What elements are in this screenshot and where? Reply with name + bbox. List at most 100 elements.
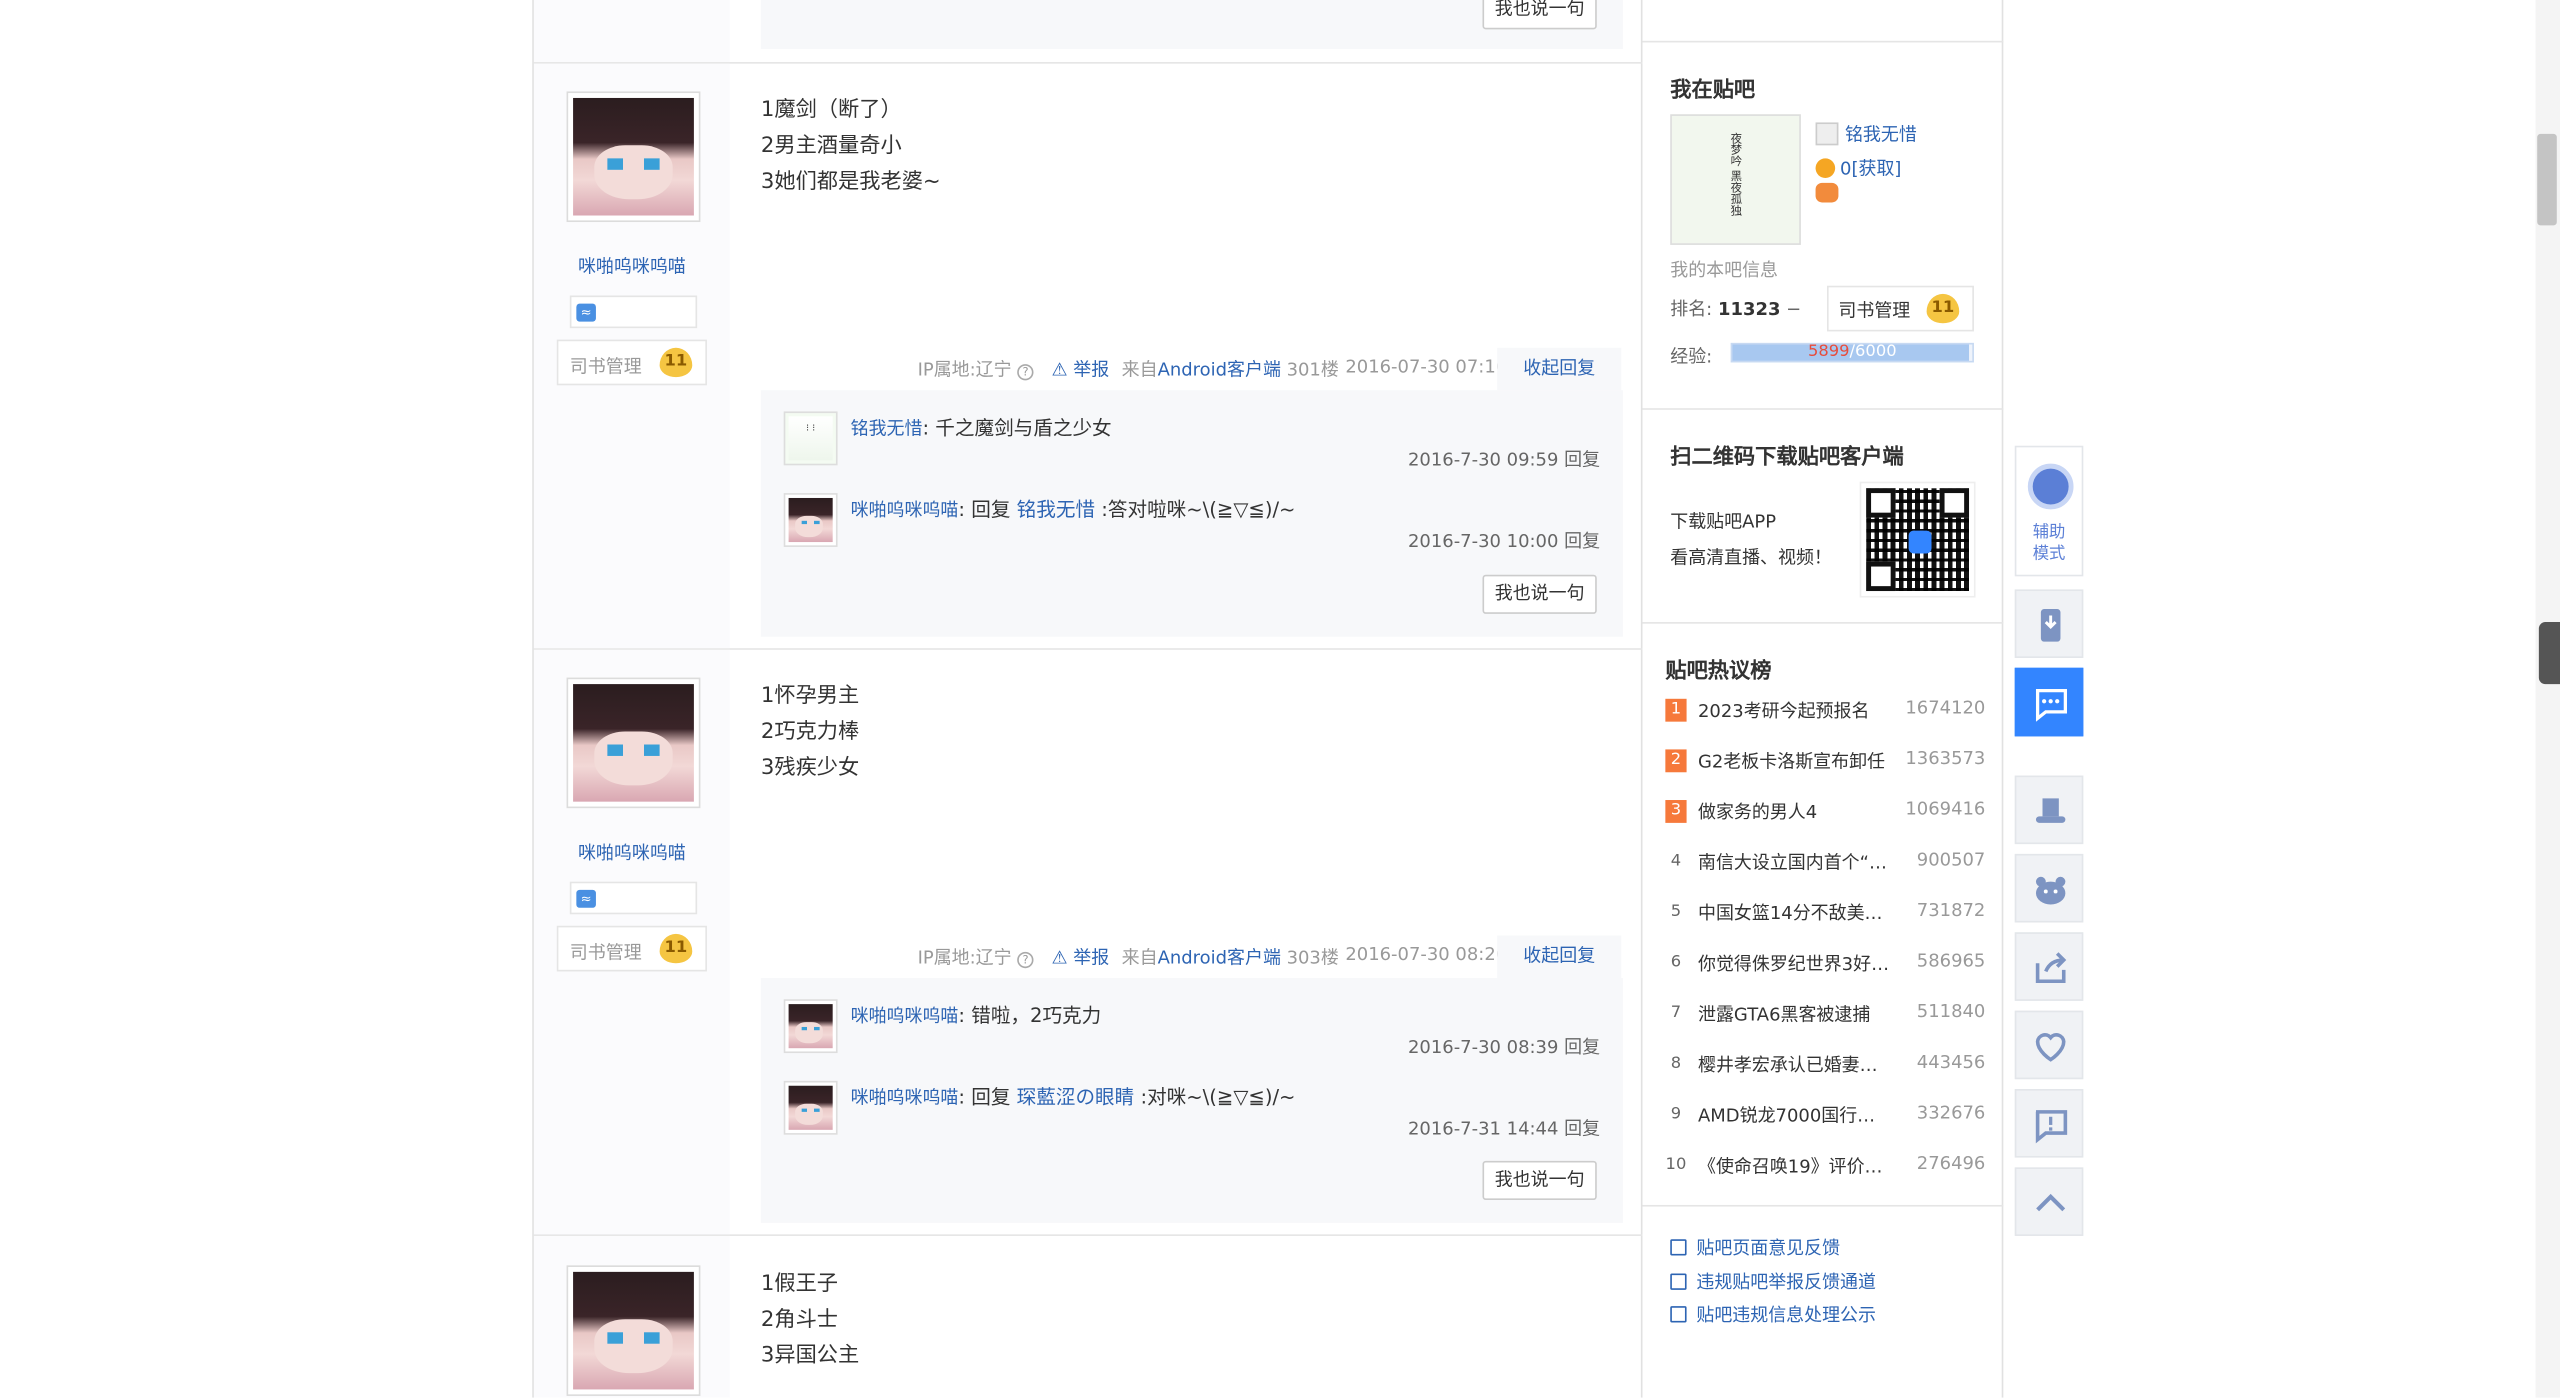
bear-button[interactable] <box>2014 853 2084 923</box>
previous-post-tail: 我也说一句 <box>533 0 1645 64</box>
violation-notice-link[interactable]: 贴吧违规信息处理公示 <box>1670 1301 1876 1327</box>
reply-avatar[interactable] <box>783 999 838 1054</box>
reply-avatar[interactable] <box>783 493 838 547</box>
tbean-icon <box>1815 158 1836 178</box>
hot-count: 731872 <box>1916 899 1986 921</box>
collapse-replies-button[interactable]: 收起回复 <box>1497 935 1622 978</box>
hot-topic-item[interactable]: 6 你觉得侏罗纪世界3好看… 586965 <box>1665 947 1986 980</box>
reply-button[interactable]: 回复 <box>1564 531 1600 552</box>
reply-content: : 错啦，2巧克力 <box>958 1004 1102 1027</box>
favorite-button[interactable] <box>2014 1010 2084 1080</box>
post-time: 2016-07-30 07:16 <box>1345 355 1508 378</box>
rank: 排名: 11323 − <box>1670 296 1801 322</box>
reply-button[interactable]: 回复 <box>1564 1037 1600 1058</box>
my-level-badge[interactable]: 司书管理 11 <box>1826 285 1974 332</box>
ip-text: IP属地:辽宁 <box>917 359 1012 381</box>
reply-to-user[interactable]: 琛藍涩の眼睛 <box>1017 1086 1135 1109</box>
hot-topic-item[interactable]: 3 做家务的男人4 1069416 <box>1665 795 1985 828</box>
reply-to-user[interactable]: 铭我无惜 <box>1017 498 1095 521</box>
hot-topic-item[interactable]: 1 2023考研今起预报名 1674120 <box>1665 694 1985 727</box>
author-name[interactable]: 咪啪呜咪呜喵 <box>534 253 730 279</box>
author-name[interactable]: 咪啪呜咪呜喵 <box>534 839 730 865</box>
share-icon <box>2035 952 2067 984</box>
hot-rank: 7 <box>1670 1004 1682 1023</box>
reply-avatar[interactable] <box>783 1080 838 1135</box>
reply-box: 我也说一句 <box>760 0 1623 49</box>
gift-icon[interactable] <box>1815 182 1839 203</box>
reply-button[interactable]: 回复 <box>1564 1118 1600 1139</box>
hot-title[interactable]: 泄露GTA6黑客被逮捕 <box>1698 1001 1891 1027</box>
say-one-button[interactable]: 我也说一句 <box>1482 1160 1597 1201</box>
post-line: 2角斗士 <box>760 1307 839 1333</box>
feedback-link[interactable]: 贴吧页面意见反馈 <box>1670 1234 1840 1260</box>
reply-user[interactable]: 咪啪呜咪呜喵 <box>851 500 959 521</box>
hot-rank: 1 <box>1665 698 1687 722</box>
avatar[interactable] <box>566 1265 701 1396</box>
exp-current: 5899 <box>1807 342 1850 361</box>
reply-avatar[interactable]: ⁝ ⁝ <box>783 411 838 466</box>
member-badge[interactable]: ≈ <box>569 881 698 915</box>
reply-user[interactable]: 咪啪呜咪呜喵 <box>851 1006 959 1027</box>
source-prefix: 来自 <box>1121 946 1158 969</box>
report-button[interactable] <box>2014 1089 2084 1158</box>
hot-title[interactable]: 中国女篮14分不敌美国… <box>1698 900 1891 926</box>
exp-label: 经验: <box>1670 346 1713 368</box>
help-icon[interactable]: ? <box>1017 951 1034 969</box>
report-link[interactable]: ⚠ 举报 <box>1051 944 1109 970</box>
hot-topic-item[interactable]: 10 《使命召唤19》评价解禁… 276496 <box>1665 1149 1986 1182</box>
hot-topic-item[interactable]: 4 南信大设立国内首个“… 900507 <box>1665 846 1986 879</box>
magic-hat-button[interactable] <box>2014 775 2084 845</box>
report-label: 举报 <box>1073 359 1110 381</box>
level-heart-icon: 11 <box>1926 293 1960 324</box>
hot-topic-item[interactable]: 5 中国女篮14分不敌美国… 731872 <box>1665 896 1986 929</box>
hot-topic-item[interactable]: 7 泄露GTA6黑客被逮捕 511840 <box>1665 998 1986 1031</box>
page: 我也说一句 咪啪呜咪呜喵 ≈ 司书管理 11 1魔剑（断了） 2男主酒量奇小 3… <box>0 0 2560 1398</box>
hot-title[interactable]: 2023考研今起预报名 <box>1698 697 1891 723</box>
hot-topic-item[interactable]: 8 樱井孝宏承认已婚妻子… 443456 <box>1665 1048 1986 1081</box>
get-tbean-link[interactable]: [获取] <box>1851 158 1901 179</box>
warning-icon: ⚠ <box>1051 359 1068 381</box>
post-content: 1怀孕男主 2巧克力棒 3残疾少女 <box>761 679 1610 787</box>
hot-title[interactable]: 做家务的男人4 <box>1698 798 1891 824</box>
hot-title[interactable]: 樱井孝宏承认已婚妻子… <box>1698 1051 1891 1077</box>
report-link[interactable]: ⚠ 举报 <box>1051 356 1109 382</box>
reply-user[interactable]: 咪啪呜咪呜喵 <box>851 1087 959 1108</box>
back-to-top-button[interactable] <box>2014 1167 2084 1236</box>
hot-title[interactable]: 南信大设立国内首个“… <box>1698 849 1891 875</box>
hot-title[interactable]: 《使命召唤19》评价解禁… <box>1698 1153 1891 1179</box>
magic-hat-icon <box>2035 798 2066 823</box>
avatar[interactable] <box>566 677 701 809</box>
message-button[interactable] <box>2014 667 2084 737</box>
hot-title[interactable]: AMD锐龙7000国行价格… <box>1698 1102 1891 1128</box>
scrollbar-thumb[interactable] <box>2537 133 2557 226</box>
collapse-replies-button[interactable]: 收起回复 <box>1497 347 1622 391</box>
report-channel-link[interactable]: 违规贴吧举报反馈通道 <box>1670 1269 1876 1295</box>
say-one-button[interactable]: 我也说一句 <box>1482 0 1597 30</box>
hot-title[interactable]: G2老板卡洛斯宣布卸任 <box>1698 748 1891 774</box>
help-icon[interactable]: ? <box>1017 364 1034 381</box>
share-button[interactable] <box>2014 932 2084 1001</box>
source-link[interactable]: Android客户端 <box>1158 359 1281 380</box>
hot-topic-item[interactable]: 9 AMD锐龙7000国行价格… 332676 <box>1665 1099 1986 1132</box>
reply-button[interactable]: 回复 <box>1564 449 1600 470</box>
side-handle[interactable] <box>2538 622 2560 685</box>
qr-line2: 看高清直播、视频！ <box>1670 546 1832 569</box>
hot-count: 1069416 <box>1905 798 1986 820</box>
source-link[interactable]: Android客户端 <box>1158 947 1281 968</box>
say-one-button[interactable]: 我也说一句 <box>1482 574 1597 614</box>
reply-text: 咪啪呜咪呜喵: 回复 铭我无惜 :答对啦咪~\(≧▽≦)/~ <box>851 495 1296 523</box>
tbean-count: 0 <box>1840 158 1852 180</box>
download-app-button[interactable] <box>2014 589 2084 658</box>
member-badge[interactable]: ≈ <box>569 295 698 329</box>
my-username[interactable]: 铭我无惜 <box>1815 121 1917 147</box>
post-tail: IP属地:辽宁 ? ⚠ 举报 来自Android客户端 303楼 2016-07… <box>534 935 1622 978</box>
reply-user[interactable]: 铭我无惜 <box>851 418 923 439</box>
assist-mode-button[interactable]: 辅助 模式 <box>2014 445 2084 577</box>
hot-topic-item[interactable]: 2 G2老板卡洛斯宣布卸任 1363573 <box>1665 745 1985 778</box>
my-avatar[interactable]: 夜梦吟 黑夜孤独 <box>1670 114 1801 245</box>
post-line: 1怀孕男主 <box>760 684 860 709</box>
avatar[interactable] <box>566 91 701 223</box>
post-303: 咪啪呜咪呜喵 ≈ 司书管理 11 1怀孕男主 2巧克力棒 3残疾少女 IP属地:… <box>533 649 1645 1236</box>
hot-title[interactable]: 你觉得侏罗纪世界3好看… <box>1698 950 1891 976</box>
post-line: 3她们都是我老婆~ <box>760 169 941 195</box>
